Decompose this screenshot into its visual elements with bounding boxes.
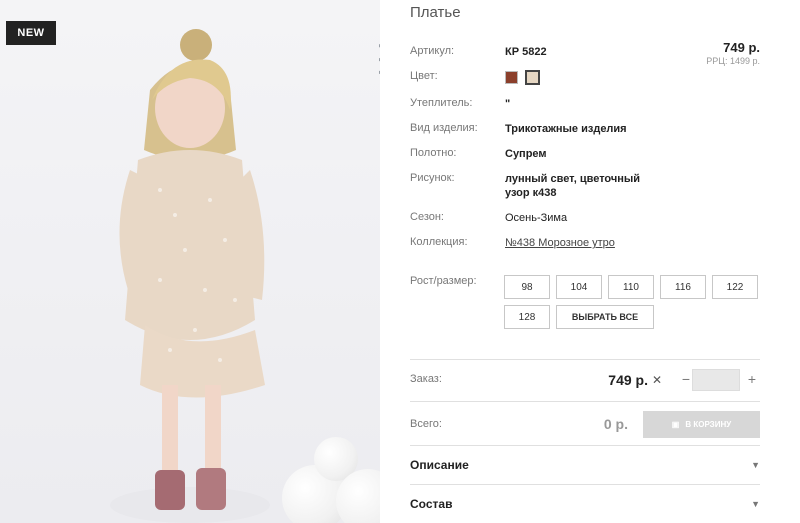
type-value: Трикотажные изделия: [505, 123, 627, 135]
size-104[interactable]: 104: [556, 275, 602, 299]
pattern-label: Рисунок:: [410, 172, 455, 184]
insulation-label: Утеплитель:: [410, 97, 473, 109]
fabric-value: Супрем: [505, 148, 547, 160]
type-label: Вид изделия:: [410, 122, 478, 134]
article-value: КР 5822: [505, 46, 547, 58]
color-swatch-beige[interactable]: [525, 70, 541, 85]
quantity-input[interactable]: [692, 369, 740, 391]
quantity-minus-button[interactable]: −: [682, 371, 690, 387]
total-value: 0 р.: [603, 416, 628, 432]
product-title: Платье: [410, 4, 461, 21]
close-icon[interactable]: ✕: [652, 373, 662, 387]
pattern-value: лунный свет, цветочный узор к438: [505, 173, 641, 199]
sizes-label: Рост/размер:: [410, 275, 477, 287]
add-to-cart-button[interactable]: ▣ В КОРЗИНУ: [643, 411, 760, 438]
accordion-composition-label: Состав: [410, 497, 453, 511]
product-info: Платье 749 р. РРЦ: 1499 р. Артикул: КР 5…: [410, 0, 760, 523]
collection-label: Коллекция:: [410, 236, 468, 248]
season-label: Сезон:: [410, 211, 444, 223]
article-label: Артикул:: [410, 45, 455, 57]
cart-icon: ▣: [671, 420, 680, 429]
chevron-down-icon: ▼: [751, 499, 760, 509]
order-label: Заказ:: [410, 373, 442, 385]
chevron-down-icon: ▼: [751, 460, 760, 470]
cart-button-label: В КОРЗИНУ: [685, 420, 732, 429]
fabric-label: Полотно:: [410, 147, 457, 159]
quantity-plus-button[interactable]: +: [748, 371, 756, 387]
divider: [410, 401, 760, 402]
total-label: Всего:: [410, 418, 442, 430]
product-image[interactable]: NEW crockid: [0, 0, 380, 523]
size-116[interactable]: 116: [660, 275, 706, 299]
size-options: 98 104 110 116 122 128 ВЫБРАТЬ ВСЕ: [504, 275, 774, 329]
size-98[interactable]: 98: [504, 275, 550, 299]
size-122[interactable]: 122: [712, 275, 758, 299]
select-all-button[interactable]: ВЫБРАТЬ ВСЕ: [556, 305, 654, 329]
season-value: Осень-Зима: [505, 212, 568, 224]
color-swatches: [505, 70, 544, 85]
product-price: 749 р.: [723, 40, 760, 55]
accordion-description-label: Описание: [410, 458, 469, 472]
insulation-value: ": [505, 98, 511, 110]
color-swatch-brown[interactable]: [505, 71, 518, 84]
order-price: 749 р.: [608, 372, 648, 388]
divider: [410, 359, 760, 360]
size-128[interactable]: 128: [504, 305, 550, 329]
product-rrc: РРЦ: 1499 р.: [706, 56, 760, 66]
accordion-composition[interactable]: Состав ▼: [410, 485, 760, 523]
accordion-description[interactable]: Описание ▼: [410, 446, 760, 484]
color-label: Цвет:: [410, 70, 438, 82]
collection-link[interactable]: №438 Морозное утро: [505, 236, 615, 250]
size-110[interactable]: 110: [608, 275, 654, 299]
